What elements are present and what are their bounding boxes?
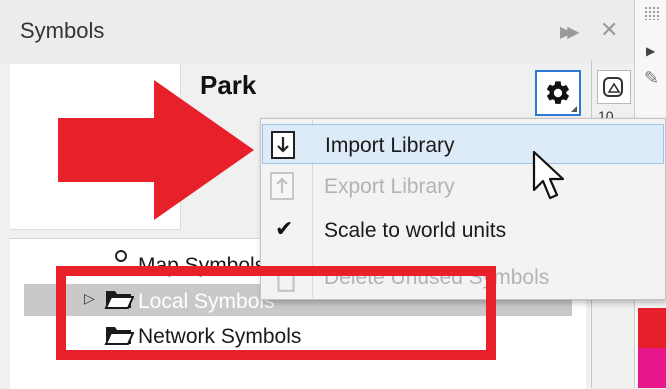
- menu-item-import-library[interactable]: Import Library: [262, 124, 664, 164]
- edit-tool-icon[interactable]: ✎: [644, 68, 659, 89]
- red-highlight-box: [56, 266, 496, 360]
- import-icon: [271, 131, 295, 159]
- menu-item-label: Export Library: [324, 175, 455, 198]
- red-arrow-annotation: [58, 80, 254, 220]
- gear-menu-button[interactable]: [535, 70, 581, 116]
- color-swatch-red[interactable]: [638, 308, 666, 348]
- close-icon[interactable]: ✕: [600, 17, 618, 43]
- menu-item-export-library[interactable]: Export Library: [262, 166, 664, 206]
- chevron-right-icon[interactable]: ▶: [646, 44, 655, 58]
- menu-item-label: Import Library: [325, 134, 455, 157]
- menu-item-label: Scale to world units: [324, 219, 507, 242]
- mouse-cursor-icon: [532, 150, 565, 200]
- export-icon: [270, 172, 294, 200]
- double-chevron-right-icon[interactable]: ▶▶: [560, 22, 579, 42]
- check-icon: ✔: [275, 216, 294, 241]
- shapes-view-button[interactable]: [597, 70, 631, 104]
- color-swatch-magenta[interactable]: [638, 348, 666, 388]
- panel-title: Symbols: [20, 18, 105, 43]
- grip-icon[interactable]: [644, 6, 660, 20]
- gear-icon: [547, 81, 569, 104]
- menu-item-scale-to-world-units[interactable]: ✔ Scale to world units: [262, 210, 664, 250]
- shapes-icon: [603, 77, 623, 97]
